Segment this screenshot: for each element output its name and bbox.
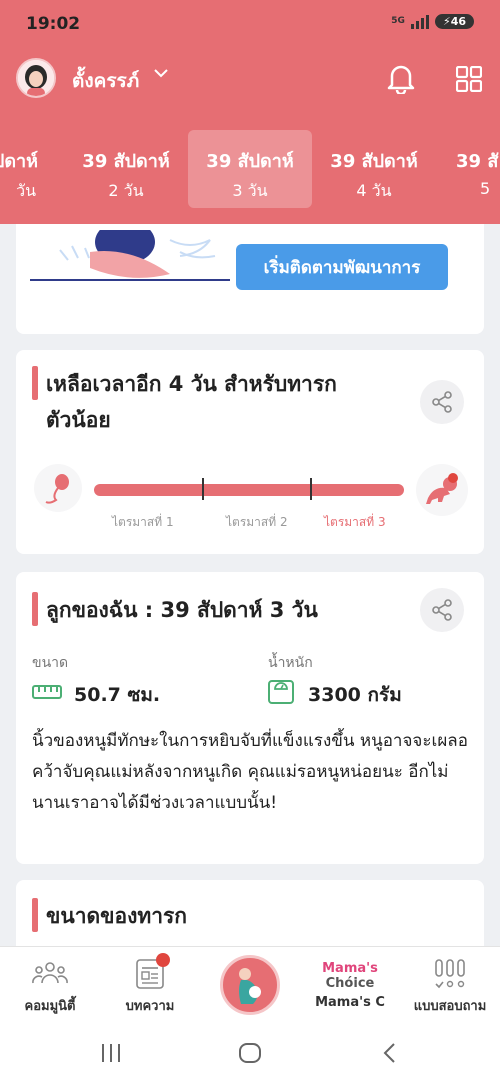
nav-articles-label: บทความ	[125, 999, 175, 1014]
start-tracking-button[interactable]: เริ่มติดตามพัฒนาการ	[236, 244, 448, 290]
week-tab[interactable]: ปดาห์ วัน	[0, 130, 50, 208]
community-icon	[32, 962, 68, 984]
pregnant-mother-icon	[239, 968, 261, 1004]
week-tab-active[interactable]: 39 สัปดาห์ 3 วัน	[188, 130, 312, 208]
week-selector: ปดาห์ วัน 39 สัปดาห์ 2 วัน 39 สัปดาห์ 3 …	[0, 130, 500, 208]
baby-week-title: ลูกของฉัน : 39 สัปดาห์ 3 วัน	[46, 598, 318, 622]
baby-description: นิ้วของหนูมีทักษะในการหยิบจับที่แข็งแรงข…	[32, 731, 468, 813]
grid-menu-icon[interactable]	[456, 66, 482, 92]
title-accent	[32, 592, 38, 626]
center-pregnancy-button[interactable]	[220, 955, 280, 1015]
week-tab[interactable]: 39 สั 5	[436, 130, 500, 208]
avatar[interactable]	[16, 58, 56, 98]
crawling-baby-icon	[416, 464, 468, 516]
bottom-navigation: คอมมูนิตี้ บทความ Mama's Chóice Mama's C…	[0, 946, 500, 1022]
battery-level: 46	[450, 15, 466, 28]
system-navigation-bar	[0, 1022, 500, 1083]
nav-mamas-choice-label: Mama's C	[315, 995, 385, 1010]
signal-icon	[410, 14, 429, 29]
countdown-card: เหลือเวลาอีก 4 วัน สำหรับทารก ตัวน้อย ไต…	[16, 350, 484, 554]
status-bar: 19:02 5G ⚡46	[0, 0, 500, 50]
scale-icon	[268, 680, 294, 704]
countdown-title-cont: ตัวน้อย	[46, 408, 111, 432]
share-icon[interactable]	[420, 380, 464, 424]
nav-community-label: คอมมูนิตี้	[24, 999, 76, 1014]
nav-community[interactable]: คอมมูนิตี้	[0, 947, 100, 1023]
share-icon[interactable]	[420, 588, 464, 632]
nav-mamas-choice[interactable]: Mama's Chóice Mama's C	[300, 947, 400, 1023]
my-baby-card: ลูกของฉัน : 39 สัปดาห์ 3 วัน ขนาด 50.7 ซ…	[16, 572, 484, 864]
week-tab[interactable]: 39 สัปดาห์ 2 วัน	[64, 130, 188, 208]
weight-label: น้ำหนัก	[268, 655, 313, 671]
mother-illustration	[30, 230, 230, 281]
trimester-2-label: ไตรมาสที่ 2	[226, 515, 288, 529]
countdown-title: เหลือเวลาอีก 4 วัน สำหรับทารก	[46, 372, 337, 396]
sperm-icon	[34, 464, 82, 512]
recent-apps-icon[interactable]	[100, 1042, 122, 1064]
bell-icon[interactable]	[386, 62, 416, 94]
network-indicator: 5G	[391, 16, 405, 26]
home-icon[interactable]	[238, 1042, 262, 1064]
back-icon[interactable]	[380, 1042, 400, 1064]
app-header: 19:02 5G ⚡46 ตั้งครรภ์ ปดาห์ วัน	[0, 0, 500, 224]
mamas-choice-logo: Mama's Chóice	[322, 961, 378, 991]
top-bar: ตั้งครรภ์	[0, 54, 500, 104]
chevron-down-icon[interactable]	[152, 64, 170, 82]
title-accent	[32, 898, 38, 932]
nav-articles[interactable]: บทความ	[100, 947, 200, 1023]
trimester-1-label: ไตรมาสที่ 1	[112, 515, 174, 529]
ruler-icon	[32, 685, 62, 699]
battery-indicator: ⚡46	[434, 14, 474, 29]
quiz-icon	[435, 959, 465, 989]
weight-value: 3300 กรัม	[308, 684, 402, 706]
title-accent	[32, 366, 38, 400]
pregnancy-progress-bar	[94, 478, 404, 500]
notification-badge	[156, 953, 170, 967]
nav-quiz-label: แบบสอบถาม	[413, 999, 487, 1014]
user-name[interactable]: ตั้งครรภ์	[72, 66, 139, 96]
nav-quiz[interactable]: แบบสอบถาม	[400, 947, 500, 1023]
size-label: ขนาด	[32, 655, 69, 671]
trimester-3-label: ไตรมาสที่ 3	[324, 515, 386, 529]
size-value: 50.7 ซม.	[74, 684, 161, 706]
baby-size-title: ขนาดของทารก	[46, 904, 187, 928]
week-tab[interactable]: 39 สัปดาห์ 4 วัน	[312, 130, 436, 208]
status-time: 19:02	[26, 14, 81, 34]
